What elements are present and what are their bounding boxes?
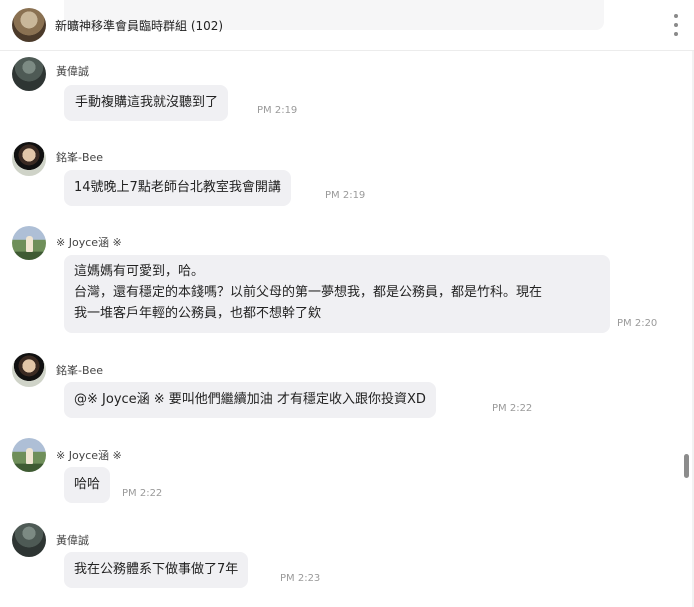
group-avatar[interactable]: [12, 8, 46, 42]
group-title[interactable]: 新曠神移準會員臨時群組 (102): [55, 17, 223, 34]
message-time: PM 2:20: [617, 318, 658, 329]
message-time: PM 2:22: [492, 403, 533, 414]
message-text-line: 這媽媽有可愛到，哈。: [74, 264, 205, 279]
message-time: PM 2:19: [257, 105, 298, 116]
sender-name: 銘峯-Bee: [56, 364, 104, 377]
chat-header: 新曠神移準會員臨時群組 (102): [0, 0, 694, 51]
avatar[interactable]: [12, 438, 46, 472]
message-text: 我在公務體系下做事做了7年: [74, 562, 239, 577]
message-time: PM 2:22: [122, 488, 163, 499]
message-time: PM 2:23: [280, 573, 321, 584]
message-text: 哈哈: [74, 477, 101, 492]
more-vertical-icon[interactable]: [668, 14, 684, 36]
sender-name: ※ Joyce涵 ※: [56, 449, 122, 462]
avatar[interactable]: [12, 57, 46, 91]
sender-name: ※ Joyce涵 ※: [56, 236, 122, 249]
avatar[interactable]: [12, 523, 46, 557]
message-text: 14號晚上7點老師台北教室我會開講: [74, 180, 281, 195]
scrollbar-thumb[interactable]: [684, 454, 689, 478]
message-time: PM 2:19: [325, 190, 366, 201]
message-text: @※ Joyce涵 ※ 要叫他們繼續加油 才有穩定收入跟你投資XD: [74, 392, 426, 407]
avatar[interactable]: [12, 353, 46, 387]
message-text-line: 我一堆客戶年輕的公務員，也都不想幹了欸: [74, 306, 322, 321]
message-bubble[interactable]: 哈哈: [64, 467, 111, 503]
sender-name: 銘峯-Bee: [56, 151, 104, 164]
message-bubble[interactable]: 我在公務體系下做事做了7年: [64, 552, 249, 588]
message-bubble[interactable]: 14號晚上7點老師台北教室我會開講: [64, 170, 291, 206]
message-bubble[interactable]: 手動複購這我就沒聽到了: [64, 85, 229, 121]
avatar[interactable]: [12, 226, 46, 260]
message-text-line: 台灣，還有穩定的本錢嗎？以前父母的第一夢想我，都是公務員，都是竹科。現在: [74, 285, 543, 300]
message-bubble[interactable]: @※ Joyce涵 ※ 要叫他們繼續加油 才有穩定收入跟你投資XD: [64, 382, 436, 418]
sender-name: 黃偉誠: [56, 65, 89, 78]
message-bubble[interactable]: 這媽媽有可愛到，哈。 台灣，還有穩定的本錢嗎？以前父母的第一夢想我，都是公務員，…: [64, 255, 610, 333]
message-text: 手動複購這我就沒聽到了: [75, 95, 219, 110]
avatar[interactable]: [12, 142, 46, 176]
sender-name: 黃偉誠: [56, 534, 89, 547]
